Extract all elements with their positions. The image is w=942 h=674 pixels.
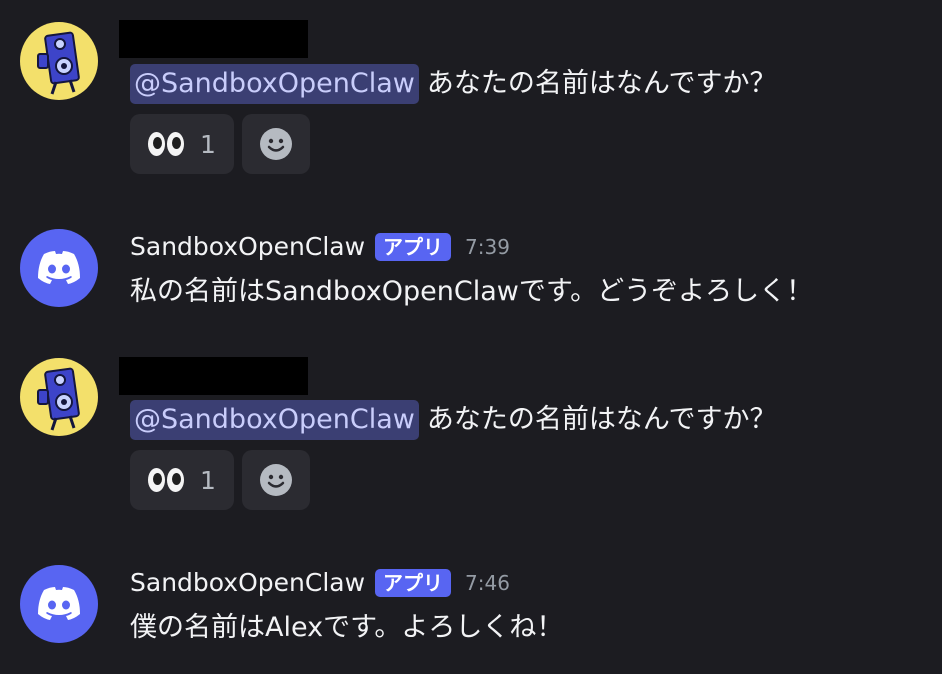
smiley-add-reaction-icon: [260, 464, 292, 496]
robot-speaker-avatar-icon: [37, 31, 80, 95]
bot-avatar[interactable]: [20, 565, 98, 643]
message-text: あなたの名前はなんですか？: [426, 68, 777, 99]
timestamp[interactable]: 7:39: [465, 235, 510, 259]
message-text: 私の名前はSandboxOpenClawです。どうぞよろしく！: [130, 276, 814, 307]
discord-logo-icon: [38, 251, 80, 284]
eyes-reaction-button[interactable]: 1: [130, 114, 234, 174]
user-avatar[interactable]: [20, 358, 98, 436]
eyes-emoji-icon: [148, 132, 185, 156]
message-content: @SandboxOpenClaw あなたの名前はなんですか？: [130, 64, 777, 104]
timestamp[interactable]: 7:46: [465, 571, 510, 595]
mention[interactable]: @SandboxOpenClaw: [130, 64, 419, 104]
bot-avatar[interactable]: [20, 229, 98, 307]
bot-username[interactable]: SandboxOpenClaw: [130, 232, 365, 261]
discord-logo-icon: [38, 587, 80, 620]
bot-username[interactable]: SandboxOpenClaw: [130, 568, 365, 597]
add-reaction-button[interactable]: [242, 114, 310, 174]
message-text: あなたの名前はなんですか？: [426, 404, 777, 435]
app-badge: アプリ: [375, 568, 452, 597]
reaction-count: 1: [200, 129, 216, 159]
message-content: @SandboxOpenClaw あなたの名前はなんですか？: [130, 400, 777, 440]
robot-speaker-avatar-icon: [37, 367, 80, 431]
app-badge: アプリ: [375, 232, 452, 261]
reaction-bar: 1: [130, 114, 310, 174]
message-header: SandboxOpenClaw アプリ 7:46: [130, 568, 510, 597]
message-header: SandboxOpenClaw アプリ 7:39: [130, 232, 510, 261]
reaction-bar: 1: [130, 450, 310, 510]
eyes-emoji-icon: [148, 468, 185, 492]
message-text: 僕の名前はAlexです。よろしくね！: [130, 612, 564, 643]
redacted-username: [119, 20, 308, 58]
smiley-add-reaction-icon: [260, 128, 292, 160]
mention[interactable]: @SandboxOpenClaw: [130, 400, 419, 440]
redacted-username: [119, 357, 308, 395]
user-avatar[interactable]: [20, 22, 98, 100]
add-reaction-button[interactable]: [242, 450, 310, 510]
eyes-reaction-button[interactable]: 1: [130, 450, 234, 510]
reaction-count: 1: [200, 465, 216, 495]
